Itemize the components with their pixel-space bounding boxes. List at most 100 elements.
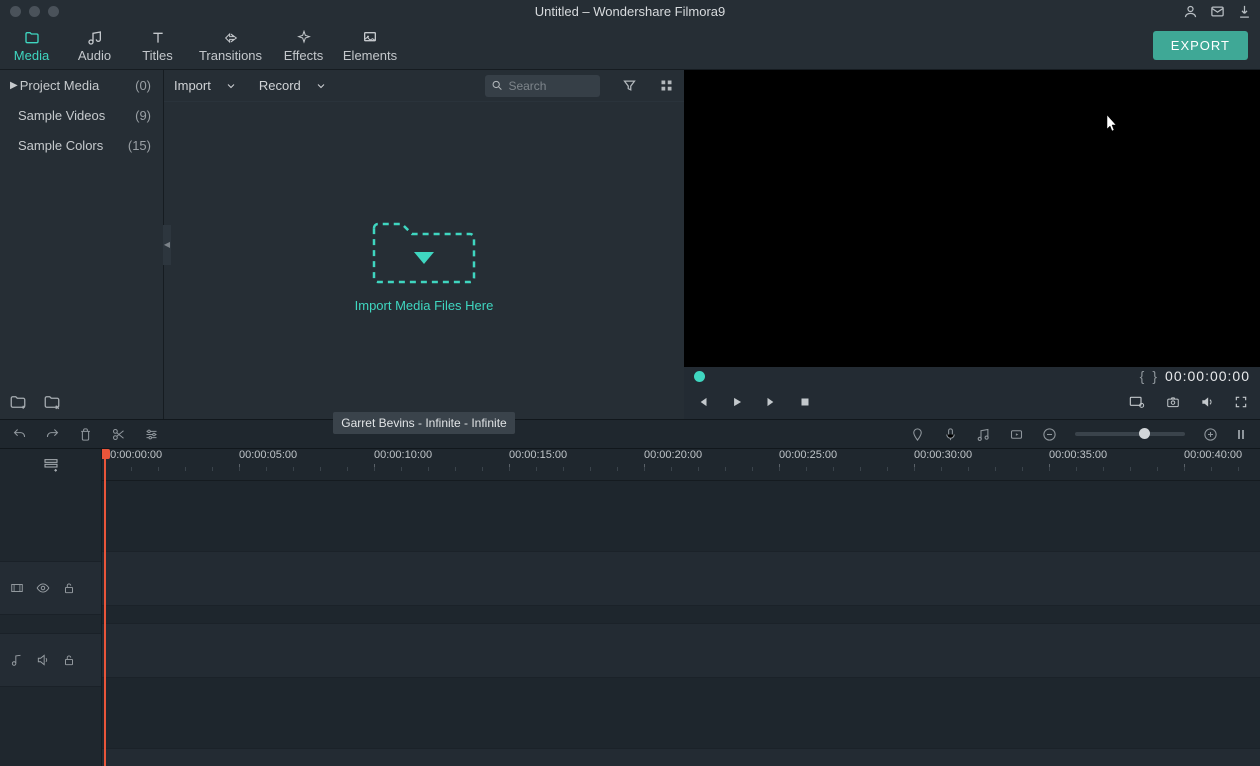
split-icon[interactable] (111, 427, 126, 442)
volume-icon[interactable] (1200, 395, 1214, 409)
lock-icon[interactable] (62, 653, 76, 667)
sidebar-item-label: Sample Videos (18, 108, 135, 123)
text-icon (150, 30, 166, 46)
search-icon (491, 78, 503, 93)
mark-out-icon[interactable]: } (1152, 368, 1157, 384)
record-label: Record (259, 78, 301, 93)
render-preview-icon[interactable] (1009, 427, 1024, 442)
timeline-playhead[interactable] (104, 449, 106, 766)
tab-elements[interactable]: Elements (335, 22, 405, 70)
tab-label: Elements (343, 48, 397, 63)
playhead-handle[interactable] (102, 449, 110, 459)
undo-icon[interactable] (12, 427, 27, 442)
redo-icon[interactable] (45, 427, 60, 442)
tooltip-song-name: Garret Bevins - Infinite - Infinite (333, 412, 514, 434)
account-icon[interactable] (1183, 4, 1198, 19)
lock-icon[interactable] (62, 581, 76, 595)
tab-label: Audio (78, 48, 111, 63)
tab-media[interactable]: Media (0, 22, 63, 70)
tab-titles[interactable]: Titles (126, 22, 189, 70)
preview-viewport[interactable] (684, 70, 1260, 367)
chevron-down-icon (225, 80, 237, 92)
filmstrip-icon (10, 581, 24, 595)
tab-label: Transitions (199, 48, 262, 63)
window-titlebar: Untitled – Wondershare Filmora9 (0, 0, 1260, 22)
audio-mixer-icon[interactable] (976, 427, 991, 442)
marker-icon[interactable] (910, 427, 925, 442)
media-panel: ◀ Import Record Import Media Files Here (164, 70, 684, 419)
transitions-icon (223, 30, 239, 46)
download-icon[interactable] (1237, 4, 1252, 19)
preview-scrub-bar[interactable]: { } 00:00:00:00 (684, 367, 1260, 385)
video-track-header[interactable] (0, 561, 101, 615)
preview-timecode: 00:00:00:00 (1165, 368, 1250, 384)
timeline-gap (102, 678, 1260, 749)
music-note-icon (10, 653, 24, 667)
ruler-tick: 00:00:30:00 (914, 449, 972, 461)
quality-settings-icon[interactable] (1128, 394, 1146, 410)
audio-track[interactable] (102, 624, 1260, 678)
timeline-ruler[interactable]: 00:00:00:00 00:00:05:00 00:00:10:00 00:0… (102, 449, 1260, 481)
sidebar-item-sample-colors[interactable]: Sample Colors (15) (0, 130, 163, 160)
import-dropdown[interactable]: Import (174, 78, 237, 93)
ruler-tick: 00:00:00:00 (104, 449, 162, 461)
timeline-tracks-area[interactable]: 00:00:00:00 00:00:05:00 00:00:10:00 00:0… (102, 449, 1260, 766)
record-dropdown[interactable]: Record (259, 78, 327, 93)
preview-panel: { } 00:00:00:00 (684, 70, 1260, 419)
ruler-tick: 00:00:20:00 (644, 449, 702, 461)
filter-icon[interactable] (622, 78, 637, 93)
timeline-gap (102, 606, 1260, 624)
timeline-gap (102, 481, 1260, 552)
step-back-icon[interactable] (696, 395, 710, 409)
ruler-tick: 00:00:25:00 (779, 449, 837, 461)
window-title: Untitled – Wondershare Filmora9 (0, 4, 1260, 19)
timeline-track-headers (0, 449, 102, 766)
fullscreen-icon[interactable] (1234, 395, 1248, 409)
tab-transitions[interactable]: Transitions (189, 22, 272, 70)
import-drop-zone[interactable]: Import Media Files Here Garret Bevins - … (164, 102, 684, 419)
search-input[interactable] (485, 75, 600, 97)
ruler-tick: 00:00:10:00 (374, 449, 432, 461)
tab-label: Titles (142, 48, 173, 63)
elements-icon (362, 30, 378, 46)
grid-view-icon[interactable] (659, 78, 674, 93)
sidebar-item-project-media[interactable]: ▶ Project Media (0) (0, 70, 163, 100)
play-icon[interactable] (730, 395, 744, 409)
main-tabs: Media Audio Titles Transitions Effects E… (0, 22, 1260, 70)
mark-in-icon[interactable]: { (1140, 368, 1145, 384)
export-button[interactable]: EXPORT (1153, 31, 1248, 60)
message-icon[interactable] (1210, 4, 1225, 19)
video-track[interactable] (102, 552, 1260, 606)
zoom-in-icon[interactable] (1203, 427, 1218, 442)
scrub-playhead[interactable] (694, 371, 705, 382)
manage-tracks-icon[interactable] (42, 457, 60, 473)
ruler-tick: 00:00:40:00 (1184, 449, 1242, 461)
zoom-out-icon[interactable] (1042, 427, 1057, 442)
ruler-tick: 00:00:15:00 (509, 449, 567, 461)
audio-track-header[interactable] (0, 633, 101, 687)
ruler-tick: 00:00:35:00 (1049, 449, 1107, 461)
stop-icon[interactable] (798, 395, 812, 409)
edit-settings-icon[interactable] (144, 427, 159, 442)
voiceover-icon[interactable] (943, 427, 958, 442)
delete-icon[interactable] (78, 427, 93, 442)
new-folder-icon[interactable] (8, 393, 28, 411)
search-field[interactable] (508, 79, 594, 93)
zoom-fit-icon[interactable] (1236, 427, 1248, 442)
folder-icon (24, 30, 40, 46)
tab-effects[interactable]: Effects (272, 22, 335, 70)
sidebar-item-sample-videos[interactable]: Sample Videos (9) (0, 100, 163, 130)
chevron-down-icon (315, 80, 327, 92)
step-forward-icon[interactable] (764, 395, 778, 409)
slider-thumb[interactable] (1139, 428, 1150, 439)
delete-folder-icon[interactable] (42, 393, 62, 411)
snapshot-icon[interactable] (1166, 395, 1180, 409)
mouse-cursor-icon (1106, 114, 1118, 132)
import-label: Import (174, 78, 211, 93)
speaker-icon[interactable] (36, 653, 50, 667)
tab-audio[interactable]: Audio (63, 22, 126, 70)
timeline-zoom-slider[interactable] (1075, 432, 1185, 436)
media-sidebar: ▶ Project Media (0) Sample Videos (9) Sa… (0, 70, 164, 419)
sidebar-item-count: (15) (128, 138, 151, 153)
eye-icon[interactable] (36, 581, 50, 595)
